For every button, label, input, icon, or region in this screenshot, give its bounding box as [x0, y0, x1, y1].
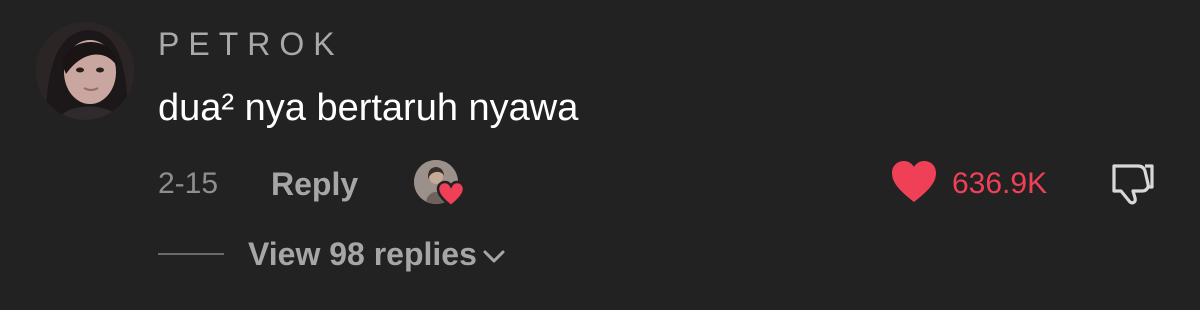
- creator-liked-badge: [414, 160, 468, 208]
- replies-divider: [158, 253, 224, 255]
- view-replies-button[interactable]: View 98 replies: [248, 232, 507, 277]
- thumbs-down-icon: [1108, 164, 1158, 210]
- like-count: 636.9K: [952, 167, 1048, 200]
- view-replies-label: View 98 replies: [248, 236, 477, 272]
- dislike-button[interactable]: [1108, 160, 1158, 206]
- comment-date: 2-15: [158, 167, 219, 200]
- chevron-down-icon: [481, 233, 507, 277]
- comment-text: dua² nya bertaruh nyawa: [158, 87, 579, 129]
- reply-button[interactable]: Reply: [271, 164, 358, 204]
- comment-item: PETROK dua² nya bertaruh nyawa 2-15 Repl…: [0, 0, 1200, 310]
- heart-icon: [890, 160, 938, 204]
- creator-liked-heart-icon: [436, 180, 466, 208]
- view-replies-row: View 98 replies: [158, 232, 578, 276]
- user-avatar[interactable]: [36, 22, 134, 120]
- username[interactable]: PETROK: [158, 24, 344, 64]
